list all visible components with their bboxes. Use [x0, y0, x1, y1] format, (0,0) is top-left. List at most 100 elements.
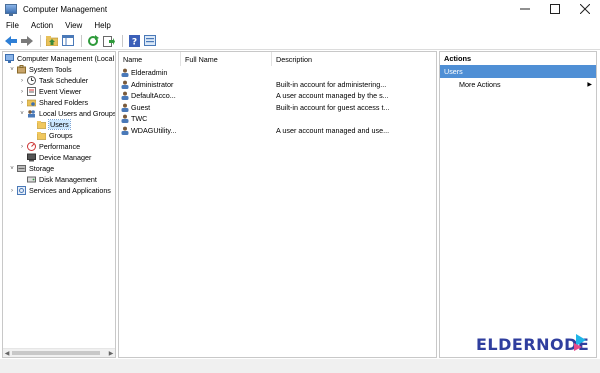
toolbar-separator [122, 34, 123, 47]
tree-item-label: Performance [39, 142, 81, 151]
close-icon [580, 4, 590, 14]
console-tree[interactable]: Computer Management (Local ˅ System Tools ›… [2, 51, 116, 358]
user-icon [120, 91, 130, 100]
tree-item-event-viewer[interactable]: › Event Viewer [19, 86, 81, 97]
computer-management-icon [5, 54, 14, 63]
column-header-full-name[interactable]: Full Name [181, 52, 272, 66]
tree-item-label: System Tools [29, 65, 72, 74]
refresh-button[interactable] [86, 34, 100, 48]
forward-button[interactable] [20, 34, 34, 48]
folder-icon [36, 131, 47, 140]
table-row[interactable]: TWC [119, 113, 436, 124]
export-list-icon [103, 35, 115, 47]
more-actions-item[interactable]: More Actions ▶ [440, 78, 596, 91]
actions-pane: Actions Users More Actions ▶ [439, 51, 597, 358]
tree-item-system-tools[interactable]: ˅ System Tools [9, 64, 72, 75]
actions-header: Actions [444, 54, 472, 63]
scrollbar-thumb[interactable] [12, 351, 100, 355]
table-row[interactable]: WDAGUtility... A user account managed and… [119, 125, 436, 136]
menu-bar: File Action View Help [0, 18, 600, 32]
minimize-icon [520, 8, 530, 10]
table-row[interactable]: Administrator Built-in account for admini… [119, 79, 436, 90]
tree-item-services-and-applications[interactable]: › Services and Applications [9, 185, 111, 196]
toolbar-separator [40, 34, 41, 47]
window-controls [510, 0, 600, 18]
user-name-cell: Guest [131, 102, 151, 112]
scroll-left-icon[interactable]: ◀ [3, 350, 11, 357]
tree-item-storage[interactable]: ˅ Storage [9, 163, 54, 174]
scroll-right-icon[interactable]: ▶ [107, 350, 115, 357]
tree-item-label: Disk Management [39, 175, 97, 184]
user-icon [120, 126, 130, 135]
eldernode-watermark-logo: eldernode [476, 331, 592, 355]
tree-item-label: Task Scheduler [39, 76, 89, 85]
menu-action[interactable]: Action [31, 21, 53, 30]
tree-item-computer-management-local[interactable]: Computer Management (Local [5, 53, 114, 64]
tree-item-label: Shared Folders [39, 98, 89, 107]
user-name-cell: Elderadmin [131, 68, 168, 77]
tools-icon [17, 65, 26, 74]
tree-item-task-scheduler[interactable]: › Task Scheduler [19, 75, 88, 86]
show-hide-tree-button[interactable] [61, 34, 75, 48]
tree-item-device-manager[interactable]: Device Manager [19, 152, 91, 163]
user-description-cell: A user account managed by the s... [276, 91, 389, 100]
expand-chevron-icon[interactable]: › [19, 89, 25, 95]
menu-help[interactable]: Help [94, 21, 110, 30]
collapse-chevron-icon[interactable]: ˅ [9, 67, 15, 73]
tree-item-users[interactable]: Users [29, 119, 71, 130]
tree-item-label: Event Viewer [39, 87, 82, 96]
user-name-cell: Administrator [131, 79, 174, 89]
services-icon [17, 186, 26, 195]
tree-item-label: Local Users and Groups [39, 109, 116, 118]
tree-item-label: Users [48, 119, 71, 130]
tree-item-local-users-and-groups[interactable]: ˅ Local Users and Groups [19, 108, 116, 119]
collapse-chevron-icon[interactable]: ˅ [9, 166, 15, 172]
user-description-cell: A user account managed and use... [276, 125, 390, 135]
close-button[interactable] [570, 0, 600, 18]
menu-view[interactable]: View [65, 21, 82, 30]
table-row[interactable]: Guest Built-in account for guest access t… [119, 102, 436, 113]
submenu-arrow-icon: ▶ [587, 82, 592, 88]
tree-item-disk-management[interactable]: Disk Management [19, 174, 97, 185]
show-hide-tree-icon [62, 35, 74, 46]
toolbar-separator [81, 34, 82, 47]
storage-icon [17, 164, 26, 173]
tree-horizontal-scrollbar[interactable]: ◀ ▶ [3, 348, 115, 357]
collapse-chevron-icon[interactable]: ˅ [19, 111, 25, 117]
column-header-name[interactable]: Name [119, 52, 181, 66]
users-list-view[interactable]: Name Full Name Description Elderadmin Adm… [118, 51, 437, 358]
minimize-button[interactable] [510, 0, 540, 18]
users-groups-icon [27, 109, 36, 118]
maximize-button[interactable] [540, 0, 570, 18]
expand-chevron-icon[interactable]: › [19, 100, 25, 106]
expand-chevron-icon[interactable]: › [19, 78, 25, 84]
column-header-description[interactable]: Description [272, 52, 436, 66]
tree-item-shared-folders[interactable]: › Shared Folders [19, 97, 88, 108]
more-actions-label: More Actions [459, 80, 501, 89]
user-name-cell: TWC [131, 114, 148, 123]
properties-button[interactable] [143, 34, 157, 48]
forward-arrow-icon [21, 35, 33, 46]
toolbar: ? [0, 32, 600, 50]
expand-chevron-icon[interactable]: › [19, 144, 25, 150]
refresh-icon [88, 34, 99, 46]
up-level-button[interactable] [45, 34, 59, 48]
shared-folder-icon [26, 98, 37, 107]
tree-item-label: Services and Applications [29, 186, 111, 195]
folder-icon [36, 120, 47, 129]
event-viewer-icon [27, 87, 36, 96]
table-row[interactable]: Elderadmin [119, 67, 436, 78]
export-list-button[interactable] [102, 34, 116, 48]
tree-item-label: Groups [49, 131, 73, 140]
tree-item-groups[interactable]: Groups [29, 130, 73, 141]
table-row[interactable]: DefaultAcco... A user account managed by … [119, 90, 436, 101]
status-bar [0, 359, 600, 373]
back-button[interactable] [4, 34, 18, 48]
expand-chevron-icon[interactable]: › [9, 188, 15, 194]
menu-file[interactable]: File [6, 21, 19, 30]
help-button[interactable]: ? [127, 34, 141, 48]
user-icon [120, 68, 130, 77]
tree-item-label: Device Manager [39, 153, 92, 162]
tree-item-performance[interactable]: › Performance [19, 141, 80, 152]
actions-section-users[interactable]: Users [440, 65, 596, 78]
